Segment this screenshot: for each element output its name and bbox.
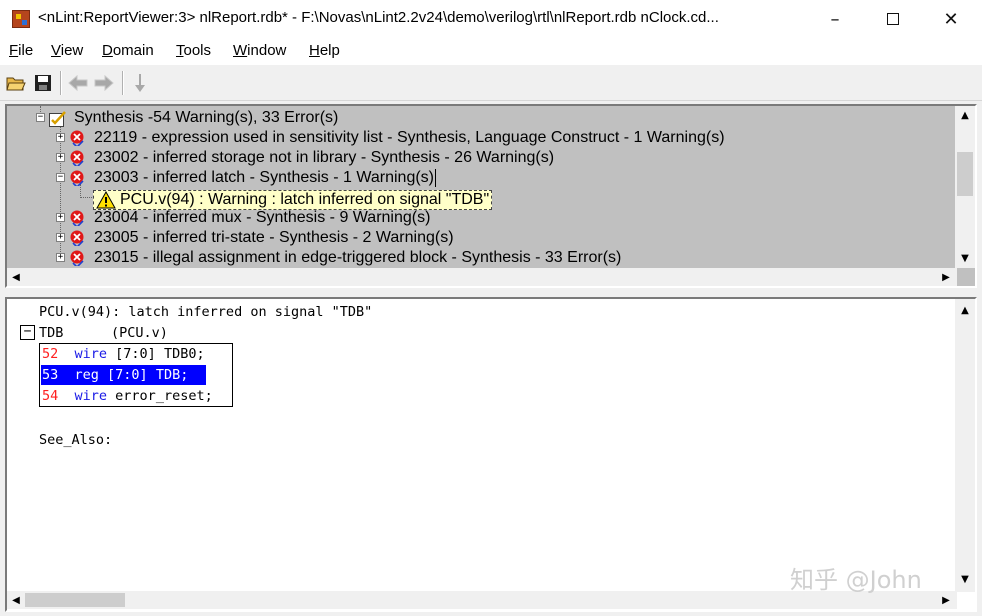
collapse-icon[interactable]: − (36, 113, 45, 122)
menu-view[interactable]: View (51, 42, 83, 59)
tree-rule-label: 23004 - inferred mux - Synthesis - 9 War… (94, 209, 431, 226)
scrollbar-thumb[interactable] (957, 152, 973, 196)
tree-rule-label: 23002 - inferred storage not in library … (94, 149, 555, 166)
scroll-down-arrow-icon[interactable]: ▼ (956, 570, 974, 588)
maximize-button[interactable] (864, 0, 922, 38)
tree-rule-label: 22119 - expression used in sensitivity l… (94, 129, 725, 146)
tree-rule-23005[interactable]: + 23005 - inferred tri-state - Synthesis… (7, 228, 967, 248)
warning-item-label: PCU.v(94) : Warning : latch inferred on … (120, 191, 490, 208)
signal-file: (PCU.v) (111, 325, 168, 341)
menu-help[interactable]: Help (309, 42, 340, 59)
open-icon (6, 77, 26, 91)
code-line[interactable]: 54 wire error_reset; (41, 386, 213, 406)
tree-rule-23004[interactable]: + 23004 - inferred mux - Synthesis - 9 W… (7, 208, 967, 228)
scroll-right-arrow-icon[interactable]: ▶ (937, 591, 955, 609)
tree-root-label: Synthesis -54 Warning(s), 33 Error(s) (74, 109, 339, 126)
back-icon (68, 74, 88, 92)
forward-button[interactable] (92, 71, 116, 95)
forward-icon (94, 74, 114, 92)
signal-name: TDB (39, 325, 64, 341)
code-snippet: 52 wire [7:0] TDB0; 53 reg [7:0] TDB; 54… (39, 343, 233, 407)
maximize-icon (886, 12, 899, 25)
expand-icon[interactable]: + (56, 133, 65, 142)
save-button[interactable] (31, 71, 55, 95)
error-icon (70, 130, 84, 146)
expand-icon[interactable]: + (56, 253, 65, 262)
signal-collapse-button[interactable]: − (20, 325, 35, 340)
close-button[interactable]: ✕ (922, 0, 980, 38)
see-also-label: See_Also: (39, 432, 113, 448)
collapse-icon[interactable]: − (56, 173, 65, 182)
tree-line (80, 197, 94, 198)
rule-tree-panel: − Synthesis -54 Warning(s), 33 Error(s) … (5, 104, 977, 288)
code-line-selected[interactable]: 53 reg [7:0] TDB; (41, 365, 206, 385)
tree-vertical-scrollbar[interactable]: ▲ ▼ (955, 106, 975, 268)
tree-rule-label: 23003 - inferred latch - Synthesis - 1 W… (94, 169, 436, 187)
watermark: 知乎 @John (790, 566, 922, 594)
error-icon (70, 250, 84, 266)
tree-horizontal-scrollbar[interactable]: ◀ ▶ (7, 268, 957, 286)
checkbox-checked-icon[interactable] (49, 111, 67, 127)
error-icon (70, 170, 84, 186)
menu-bar: File View Domain Tools Window Help (0, 38, 982, 65)
code-line[interactable]: 52 wire [7:0] TDB0; (41, 344, 205, 364)
tree-rule-label: 23015 - illegal assignment in edge-trigg… (94, 249, 622, 266)
menu-domain[interactable]: Domain (102, 42, 154, 59)
error-icon (70, 210, 84, 226)
scroll-right-arrow-icon[interactable]: ▶ (937, 268, 955, 286)
down-arrow-icon (135, 74, 145, 92)
tree-rule-label: 23005 - inferred tri-state - Synthesis -… (94, 229, 454, 246)
warning-icon (96, 191, 116, 209)
menu-window[interactable]: Window (233, 42, 286, 59)
error-icon (70, 230, 84, 246)
expand-icon[interactable]: + (56, 153, 65, 162)
tree-rule-22119[interactable]: + 22119 - expression used in sensitivity… (7, 128, 967, 148)
error-icon (70, 150, 84, 166)
tree-warning-item[interactable]: PCU.v(94) : Warning : latch inferred on … (93, 190, 493, 210)
tree-rule-23002[interactable]: + 23002 - inferred storage not in librar… (7, 148, 967, 168)
minimize-button[interactable]: – (806, 0, 864, 38)
title-bar: <nLint:ReportViewer:3> nlReport.rdb* - F… (0, 0, 982, 38)
open-button[interactable] (4, 71, 28, 95)
scroll-up-arrow-icon[interactable]: ▲ (956, 301, 974, 319)
expand-icon[interactable]: + (56, 213, 65, 222)
scroll-down-arrow-icon[interactable]: ▼ (956, 249, 974, 267)
tree-root[interactable]: − Synthesis -54 Warning(s), 33 Error(s) (7, 108, 967, 128)
menu-tools[interactable]: Tools (176, 42, 211, 59)
expand-icon[interactable]: + (56, 233, 65, 242)
scroll-left-arrow-icon[interactable]: ◀ (7, 591, 25, 609)
toolbar-separator (60, 71, 62, 95)
scroll-left-arrow-icon[interactable]: ◀ (7, 268, 25, 286)
tree-rule-23003[interactable]: − 23003 - inferred latch - Synthesis - 1… (7, 168, 967, 188)
menu-file[interactable]: File (9, 42, 33, 59)
detail-message: PCU.v(94): latch inferred on signal "TDB… (39, 304, 373, 320)
back-button[interactable] (66, 71, 90, 95)
scrollbar-thumb[interactable] (25, 593, 125, 607)
scroll-up-arrow-icon[interactable]: ▲ (956, 106, 974, 124)
down-button[interactable] (128, 71, 152, 95)
detail-vertical-scrollbar[interactable]: ▲ ▼ (955, 299, 975, 592)
save-icon (35, 75, 51, 91)
toolbar (0, 66, 982, 101)
window-title: <nLint:ReportViewer:3> nlReport.rdb* - F… (38, 9, 719, 26)
app-icon[interactable] (12, 10, 30, 28)
tree-rule-23015[interactable]: + 23015 - illegal assignment in edge-tri… (7, 248, 967, 268)
toolbar-separator (122, 71, 124, 95)
